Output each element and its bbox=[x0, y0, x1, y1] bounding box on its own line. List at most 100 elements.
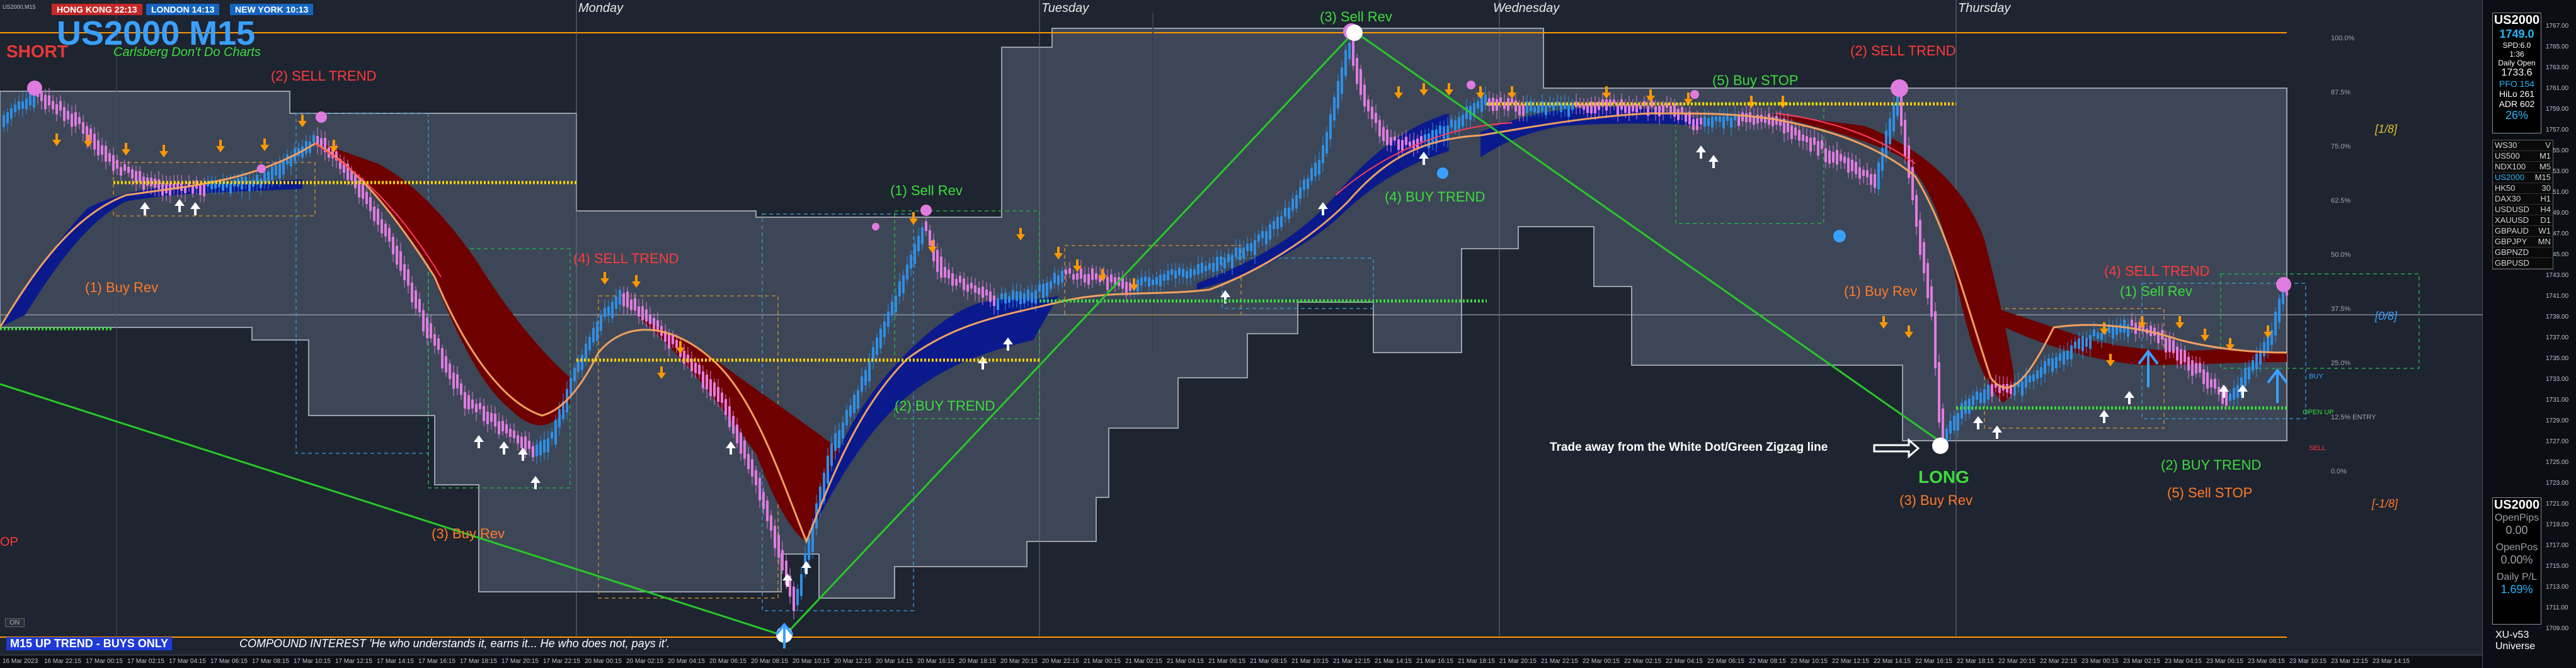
candle-body bbox=[1480, 96, 1483, 112]
percent-level: 12.5% ENTRY bbox=[2331, 414, 2376, 421]
candle-body bbox=[1110, 275, 1113, 283]
time-tick: 23 Mar 08:15 bbox=[2248, 658, 2285, 665]
candle-body bbox=[1276, 217, 1279, 229]
candle-body bbox=[978, 288, 980, 295]
candle-body bbox=[2051, 358, 2054, 372]
candle-body bbox=[1171, 269, 1173, 275]
candle-body bbox=[1462, 115, 1464, 127]
symbol-name[interactable]: GBPUSD bbox=[2493, 258, 2531, 268]
candle-body bbox=[116, 160, 118, 169]
timeframe-button[interactable]: V bbox=[2543, 140, 2553, 150]
candle-body bbox=[2195, 363, 2197, 374]
chart-area[interactable]: HONG KONG 22:13 LONDON 14:13 NEW YORK 10… bbox=[0, 0, 2482, 655]
annot-buy-rev: (3) Buy Rev bbox=[432, 526, 505, 541]
timeframe-button[interactable]: H1 bbox=[2538, 194, 2553, 204]
timeframe-button[interactable]: MN bbox=[2536, 237, 2553, 247]
percent-level: 87.5% bbox=[2331, 89, 2351, 96]
candle-body bbox=[554, 420, 557, 445]
pnl-panel: US2000 OpenPips 0.00 OpenPos 0.00% Daily… bbox=[2492, 497, 2541, 625]
candle-body bbox=[2040, 367, 2042, 378]
annot-sell-rev: (3) Sell Rev bbox=[1320, 9, 1392, 25]
symbol-row[interactable]: GBPUSD bbox=[2493, 258, 2553, 269]
symbol-name[interactable]: GBPAUD bbox=[2493, 226, 2531, 236]
symbol-row[interactable]: DAX30 H1 bbox=[2493, 194, 2553, 205]
candle-body bbox=[460, 383, 462, 395]
symbol-row[interactable]: WS30 V bbox=[2493, 140, 2553, 151]
price-tick: 1759.00 bbox=[2546, 106, 2569, 113]
symbol-name[interactable]: GBPNZD bbox=[2493, 247, 2531, 258]
candle-body bbox=[944, 267, 946, 278]
timeframe-button[interactable]: M1 bbox=[2538, 151, 2553, 161]
symbol-name[interactable]: DAX30 bbox=[2493, 194, 2522, 204]
candle-body bbox=[1983, 389, 1986, 404]
candle-body bbox=[800, 574, 803, 596]
candle-body bbox=[1855, 162, 1857, 174]
candle-body bbox=[1148, 277, 1150, 287]
time-tick: 22 Mar 14:15 bbox=[1874, 658, 1911, 665]
candle-body bbox=[607, 306, 610, 316]
timeframe-button[interactable]: D1 bbox=[2538, 215, 2553, 225]
symbol-row[interactable]: US500 M1 bbox=[2493, 151, 2553, 162]
candle-body bbox=[452, 372, 455, 389]
timeframe-button[interactable]: M5 bbox=[2538, 162, 2553, 172]
symbol-name[interactable]: US500 bbox=[2493, 151, 2522, 161]
annot-buy-trend: (2) BUY TREND bbox=[895, 398, 995, 414]
candle-body bbox=[853, 394, 856, 414]
timeframe-button[interactable] bbox=[2549, 247, 2553, 258]
candle-body bbox=[1333, 97, 1336, 121]
symbol-name[interactable]: NDX100 bbox=[2493, 162, 2527, 172]
symbol-name[interactable]: HK50 bbox=[2493, 183, 2517, 193]
candle-body bbox=[743, 440, 746, 459]
symbol-row[interactable]: USDUSD H4 bbox=[2493, 205, 2553, 215]
candle-body bbox=[1375, 113, 1377, 123]
timeframe-button[interactable] bbox=[2549, 258, 2553, 268]
symbol-row[interactable]: US2000 M15 bbox=[2493, 173, 2553, 183]
time-axis: 16 Mar 2023 16 Mar 22:15 17 Mar 00:15 17 Ma… bbox=[0, 655, 2482, 668]
timeframe-button[interactable]: W1 bbox=[2537, 226, 2553, 236]
symbol-row[interactable]: GBPAUD W1 bbox=[2493, 226, 2553, 237]
candle-body bbox=[849, 405, 852, 417]
annot-sell-stop: (5) Sell STOP bbox=[2167, 485, 2253, 501]
candle-body bbox=[724, 399, 727, 416]
symbol-row[interactable]: NDX100 M5 bbox=[2493, 162, 2553, 173]
candle-body bbox=[1533, 106, 1536, 113]
candle-body bbox=[1790, 125, 1793, 139]
timeframe-button[interactable]: M15 bbox=[2533, 173, 2553, 183]
candle-body bbox=[2097, 332, 2099, 339]
timeframe-button[interactable]: 30 bbox=[2540, 183, 2553, 193]
symbol-name[interactable]: GBPJPY bbox=[2493, 237, 2529, 247]
symbol-row[interactable]: GBPJPY MN bbox=[2493, 237, 2553, 247]
candle-body bbox=[600, 314, 602, 331]
candle-body bbox=[940, 256, 942, 278]
candle-body bbox=[63, 107, 66, 122]
symbol-row[interactable]: XAUUSD D1 bbox=[2493, 215, 2553, 226]
reversal-dot bbox=[27, 81, 42, 96]
candle-body bbox=[1246, 244, 1249, 251]
time-tick: 20 Mar 06:15 bbox=[709, 658, 747, 665]
price-tick: 1721.00 bbox=[2546, 501, 2569, 507]
time-tick: 17 Mar 08:15 bbox=[252, 658, 289, 665]
price-scale: 1767.00 1765.00 1763.00 1761.00 1759.00 1757.… bbox=[2482, 0, 2576, 668]
candle-body bbox=[1307, 178, 1309, 189]
annot-sell-rev: (1) Sell Rev bbox=[2120, 283, 2192, 299]
timeframe-button[interactable]: H4 bbox=[2538, 205, 2553, 215]
symbol-name[interactable]: WS30 bbox=[2493, 140, 2519, 150]
annot-sell-rev: (1) Sell Rev bbox=[890, 183, 963, 198]
symbol-name[interactable]: USDUSD bbox=[2493, 205, 2531, 215]
time-tick: 22 Mar 16:15 bbox=[1915, 658, 1952, 665]
symbol-row[interactable]: GBPNZD bbox=[2493, 247, 2553, 258]
candle-body bbox=[585, 344, 587, 361]
candle-body bbox=[755, 470, 757, 485]
candle-body bbox=[2070, 345, 2073, 359]
candle-body bbox=[1715, 116, 1717, 122]
candle-body bbox=[985, 290, 988, 296]
symbol-row[interactable]: HK50 30 bbox=[2493, 183, 2553, 194]
candle-body bbox=[1186, 271, 1188, 279]
on-tag[interactable]: ON bbox=[5, 618, 25, 627]
symbol-name[interactable]: US2000 bbox=[2493, 173, 2526, 183]
symbol-name[interactable]: XAUUSD bbox=[2493, 215, 2531, 225]
level-open-up: OPEN UP bbox=[2303, 409, 2334, 416]
candle-body bbox=[653, 317, 655, 331]
candle-body bbox=[1193, 269, 1196, 276]
candle-body bbox=[1934, 311, 1937, 369]
